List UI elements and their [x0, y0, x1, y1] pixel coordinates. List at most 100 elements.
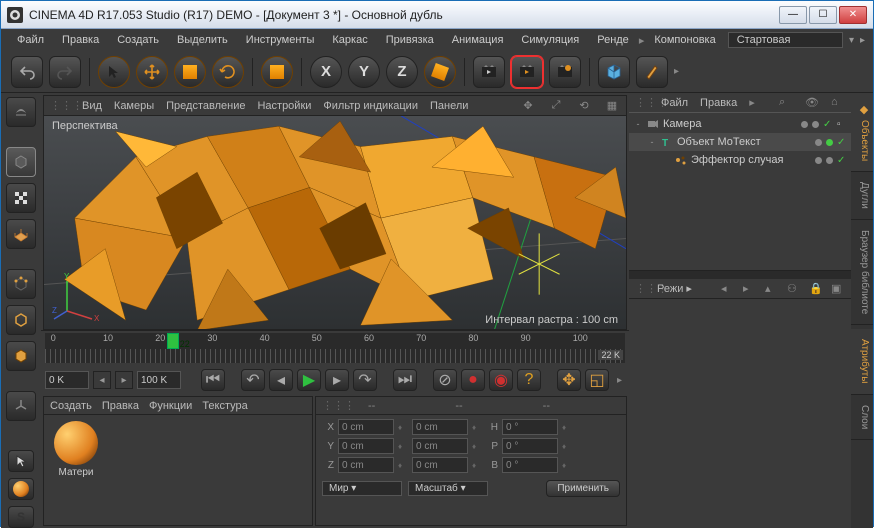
view-menu-display[interactable]: Представление	[166, 100, 245, 112]
workplane-mode-button[interactable]	[6, 219, 36, 249]
prev-frame-button[interactable]: ◂	[269, 369, 293, 391]
maximize-button[interactable]: ☐	[809, 6, 837, 24]
layout-menu-icon[interactable]: ▾	[849, 35, 854, 46]
view-menu-cameras[interactable]: Камеры	[114, 100, 154, 112]
coord-system-button[interactable]	[424, 56, 456, 88]
next-key-button[interactable]: ↷	[353, 369, 377, 391]
menu-select[interactable]: Выделить	[169, 31, 236, 49]
coord-mode-dropdown[interactable]: Масштаб ▾	[408, 481, 488, 496]
minimize-button[interactable]: —	[779, 6, 807, 24]
coord-space-dropdown[interactable]: Мир ▾	[322, 481, 402, 496]
make-editable-button[interactable]	[6, 97, 36, 127]
obj-view-icon[interactable]: 👁	[805, 96, 819, 110]
render-view-button[interactable]	[473, 56, 505, 88]
rotate-tool-button[interactable]	[212, 56, 244, 88]
model-mode-button[interactable]	[6, 147, 36, 177]
obj-menu-file[interactable]: Файл	[661, 97, 688, 109]
check-icon[interactable]: ✓	[823, 119, 833, 129]
mat-menu-edit[interactable]: Правка	[102, 400, 139, 412]
size-y-input[interactable]: 0 cm	[412, 438, 468, 454]
obj-menu-edit[interactable]: Правка	[700, 97, 737, 109]
view-zoom-icon[interactable]: ⤢	[548, 98, 564, 114]
key-position-button[interactable]: ✥	[557, 369, 581, 391]
key-scale-button[interactable]: ◱	[585, 369, 609, 391]
attr-fwd-icon[interactable]: ▸	[743, 282, 757, 295]
attr-lock2-icon[interactable]: 🔒	[809, 282, 823, 295]
menu-edit[interactable]: Правка	[54, 31, 107, 49]
material-item[interactable]: Матери	[50, 421, 102, 478]
undo-button[interactable]	[11, 56, 43, 88]
view-menu-view[interactable]: Вид	[82, 100, 102, 112]
check-icon[interactable]: ✓	[837, 155, 847, 165]
attr-lock-icon[interactable]: ⚇	[787, 282, 801, 295]
stop-button[interactable]: ⊘	[433, 369, 457, 391]
mat-menu-create[interactable]: Создать	[50, 400, 92, 412]
points-mode-button[interactable]	[6, 269, 36, 299]
panel-grip-icon[interactable]: ⋮⋮⋮	[322, 399, 338, 412]
timeline-range[interactable]: 22 K	[45, 349, 625, 363]
menu-snap[interactable]: Привязка	[378, 31, 442, 49]
panel-grip-icon[interactable]: ⋮⋮⋮	[50, 99, 70, 112]
menu-file[interactable]: Файл	[9, 31, 52, 49]
rot-h-input[interactable]: 0 °	[502, 419, 558, 435]
cursor-tool-icon[interactable]	[8, 450, 34, 472]
frame-end-input[interactable]: 100 K	[137, 371, 181, 389]
side-tab-objects[interactable]: ◆Объекты	[851, 93, 873, 172]
playhead[interactable]: 22	[167, 333, 179, 349]
axis-x-button[interactable]: X	[310, 56, 342, 88]
rot-b-input[interactable]: 0 °	[502, 457, 558, 473]
menu-mesh[interactable]: Каркас	[324, 31, 375, 49]
redo-button[interactable]	[49, 56, 81, 88]
obj-home-icon[interactable]: ⌂	[831, 96, 845, 110]
primitive-cube-button[interactable]	[598, 56, 630, 88]
axis-y-button[interactable]: Y	[348, 56, 380, 88]
menu-layout[interactable]: Компоновка	[646, 31, 723, 49]
menu-tools[interactable]: Инструменты	[238, 31, 323, 49]
material-preview-icon[interactable]	[8, 478, 34, 500]
pos-y-input[interactable]: 0 cm	[338, 438, 394, 454]
select-tool-button[interactable]	[98, 56, 130, 88]
view-toggle-icon[interactable]: ▦	[604, 98, 620, 114]
attr-up-icon[interactable]: ▴	[765, 282, 779, 295]
menu-simulate[interactable]: Симуляция	[513, 31, 587, 49]
pos-z-input[interactable]: 0 cm	[338, 457, 394, 473]
side-tab-takes[interactable]: Дугли	[851, 172, 873, 220]
side-tab-browser[interactable]: Браузер библиоте	[851, 220, 873, 325]
side-tab-layers[interactable]: Слои	[851, 395, 873, 440]
obj-search-icon[interactable]: ⌕	[779, 96, 793, 110]
size-z-input[interactable]: 0 cm	[412, 457, 468, 473]
titlebar[interactable]: CINEMA 4D R17.053 Studio (R17) DEMO - [Д…	[1, 1, 873, 29]
view-rotate-icon[interactable]: ⟲	[576, 98, 592, 114]
autokey-button[interactable]: ◉	[489, 369, 513, 391]
recent-tool-button[interactable]	[261, 56, 293, 88]
prev-key-button[interactable]: ↶	[241, 369, 265, 391]
tree-row-camera[interactable]: - Камера ✓ ▫	[629, 115, 851, 133]
range-prev-button[interactable]: ◂	[93, 371, 111, 389]
attr-mode-menu[interactable]: Режи ▸	[657, 282, 692, 295]
panel-grip-icon[interactable]: ⋮⋮⋮	[635, 282, 649, 295]
axis-toggle-button[interactable]	[6, 391, 36, 421]
tree-row-random[interactable]: Эффектор случая ✓	[629, 151, 851, 169]
mat-menu-texture[interactable]: Текстура	[202, 400, 247, 412]
box-icon[interactable]: ▫	[837, 119, 847, 129]
menu-animate[interactable]: Анимация	[444, 31, 512, 49]
record-button[interactable]: ●	[461, 369, 485, 391]
panel-divider[interactable]	[629, 271, 851, 279]
render-picture-button[interactable]	[511, 56, 543, 88]
keyframe-options-button[interactable]: ?	[517, 369, 541, 391]
panel-grip-icon[interactable]: ⋮⋮⋮	[635, 96, 649, 109]
rot-p-input[interactable]: 0 °	[502, 438, 558, 454]
snap-toggle-icon[interactable]: S	[8, 506, 34, 528]
side-tab-attributes[interactable]: Атрибуты	[851, 329, 873, 394]
view-menu-panel[interactable]: Панели	[430, 100, 468, 112]
view-menu-filter[interactable]: Фильтр индикации	[323, 100, 418, 112]
attr-new-icon[interactable]: ▣	[831, 282, 845, 295]
next-frame-button[interactable]: ▸	[325, 369, 349, 391]
axis-z-button[interactable]: Z	[386, 56, 418, 88]
viewport-3d[interactable]: Перспектива	[44, 116, 626, 329]
view-menu-options[interactable]: Настройки	[257, 100, 311, 112]
view-pan-icon[interactable]: ✥	[520, 98, 536, 114]
goto-end-button[interactable]: ⏭	[393, 369, 417, 391]
tree-row-motext[interactable]: - T Объект МоТекст ✓	[629, 133, 851, 151]
close-button[interactable]: ✕	[839, 6, 867, 24]
